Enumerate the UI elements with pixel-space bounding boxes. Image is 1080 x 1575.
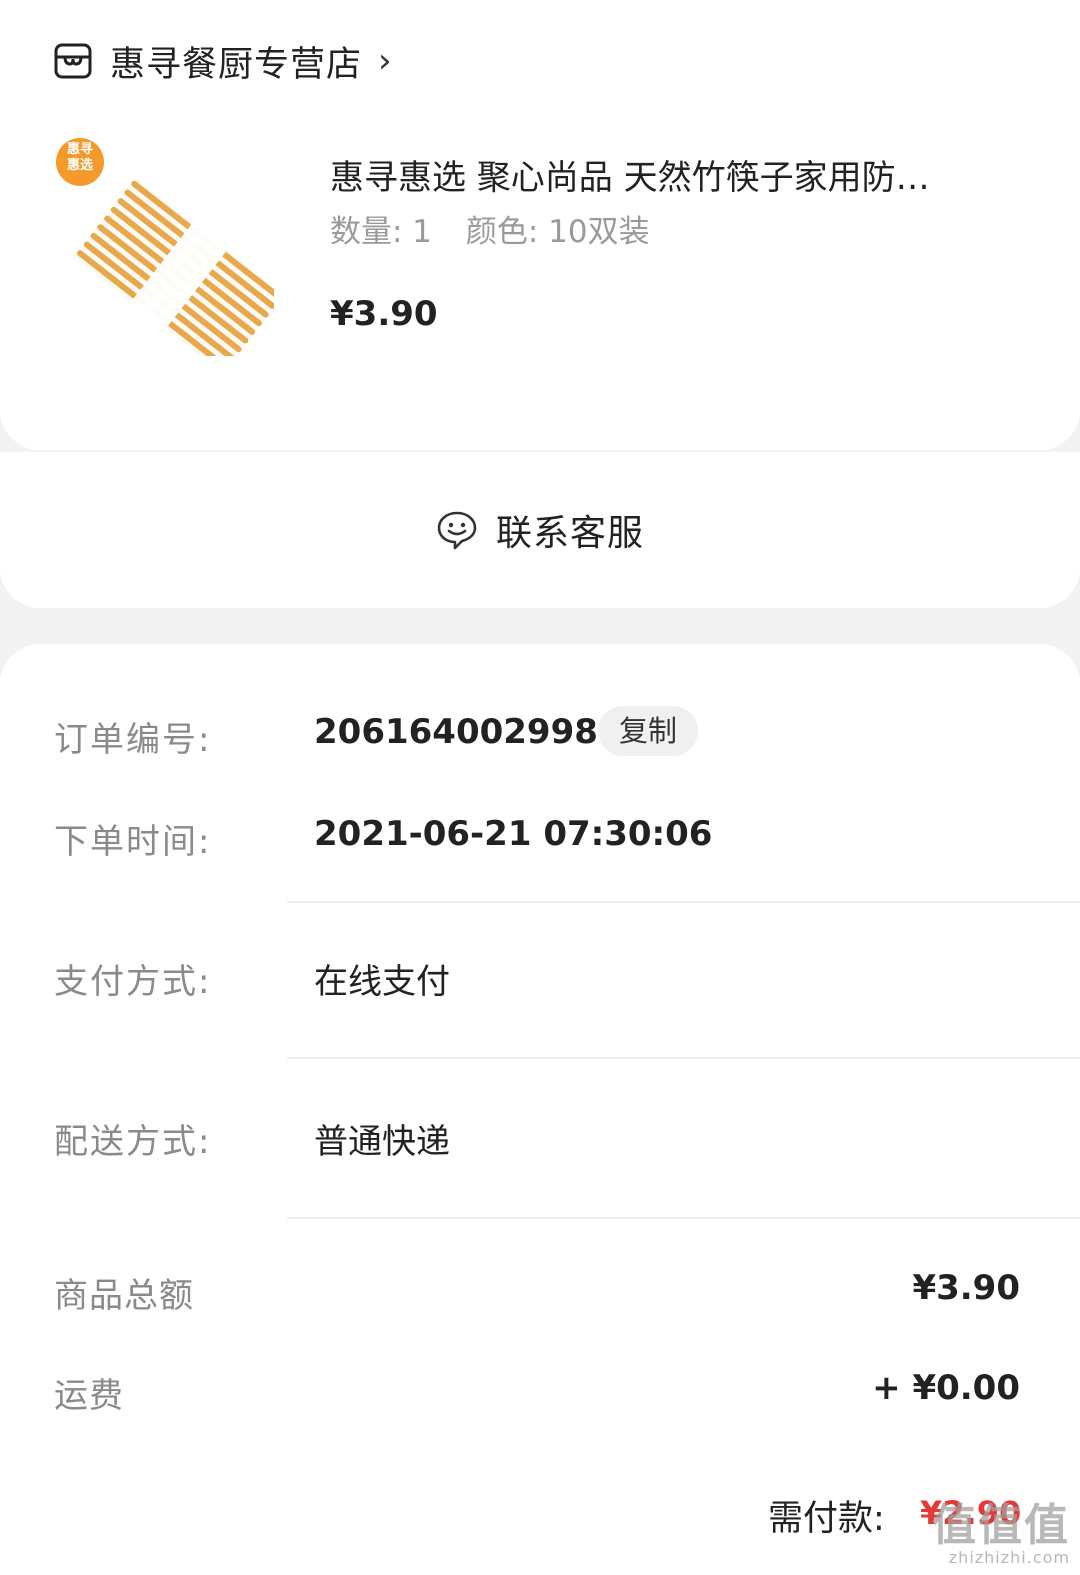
- brand-badge-line1: 惠寻: [66, 142, 93, 157]
- goods-total: ¥3.90: [912, 1268, 1020, 1308]
- chat-icon: [437, 511, 477, 550]
- contact-service-label: 联系客服: [495, 513, 644, 554]
- divider: [287, 1217, 1080, 1219]
- shipping-fee-label: 运费: [54, 1376, 124, 1416]
- chevron-right-icon: ›: [378, 41, 392, 81]
- brand-badge-line2: 惠选: [66, 158, 93, 173]
- payment-method: 在线支付: [314, 962, 450, 1002]
- amount-due-label: 需付款:: [768, 1499, 885, 1539]
- store-name: 惠寻餐厨专营店: [110, 44, 363, 85]
- divider: [287, 1057, 1080, 1059]
- contact-service-button[interactable]: 联系客服: [0, 504, 1080, 556]
- payment-method-label: 支付方式:: [54, 962, 212, 1002]
- store-icon: [54, 43, 92, 79]
- order-time: 2021-06-21 07:30:06: [314, 814, 713, 854]
- shipping-fee: + ¥0.00: [872, 1368, 1020, 1408]
- site-watermark: 值值值 zhizhizhi.com: [932, 1503, 1070, 1567]
- product-quantity: 数量: 1: [330, 214, 433, 250]
- delivery-method-label: 配送方式:: [54, 1122, 212, 1162]
- product-price: ¥3.90: [330, 294, 438, 334]
- order-number-label: 订单编号:: [54, 720, 212, 760]
- watermark-logo: 值值值: [932, 1500, 1070, 1551]
- order-info-card: 订单编号: 206164002998 复制 下单时间: 2021-06-21 0…: [0, 644, 1080, 1575]
- store-link[interactable]: 惠寻餐厨专营店 ›: [54, 36, 392, 86]
- order-detail-page: 惠寻餐厨专营店 › 惠寻 惠选 惠寻惠选 聚心尚品 天然竹筷子家用防… 数量: …: [0, 0, 1080, 1575]
- product-title[interactable]: 惠寻惠选 聚心尚品 天然竹筷子家用防…: [330, 150, 1020, 199]
- goods-total-label: 商品总额: [54, 1276, 194, 1316]
- order-time-label: 下单时间:: [54, 822, 212, 862]
- product-card: 惠寻餐厨专营店 › 惠寻 惠选 惠寻惠选 聚心尚品 天然竹筷子家用防… 数量: …: [0, 0, 1080, 450]
- divider: [287, 901, 1080, 903]
- order-number: 206164002998: [314, 712, 598, 752]
- brand-badge: 惠寻 惠选: [56, 142, 104, 174]
- product-spec: 数量: 1 颜色: 10双装: [330, 206, 674, 251]
- copy-button[interactable]: 复制: [598, 706, 698, 756]
- contact-card: 联系客服: [0, 452, 1080, 608]
- watermark-url: zhizhizhi.com: [948, 1548, 1070, 1567]
- product-variant: 颜色: 10双装: [465, 214, 650, 250]
- delivery-method: 普通快递: [314, 1122, 450, 1162]
